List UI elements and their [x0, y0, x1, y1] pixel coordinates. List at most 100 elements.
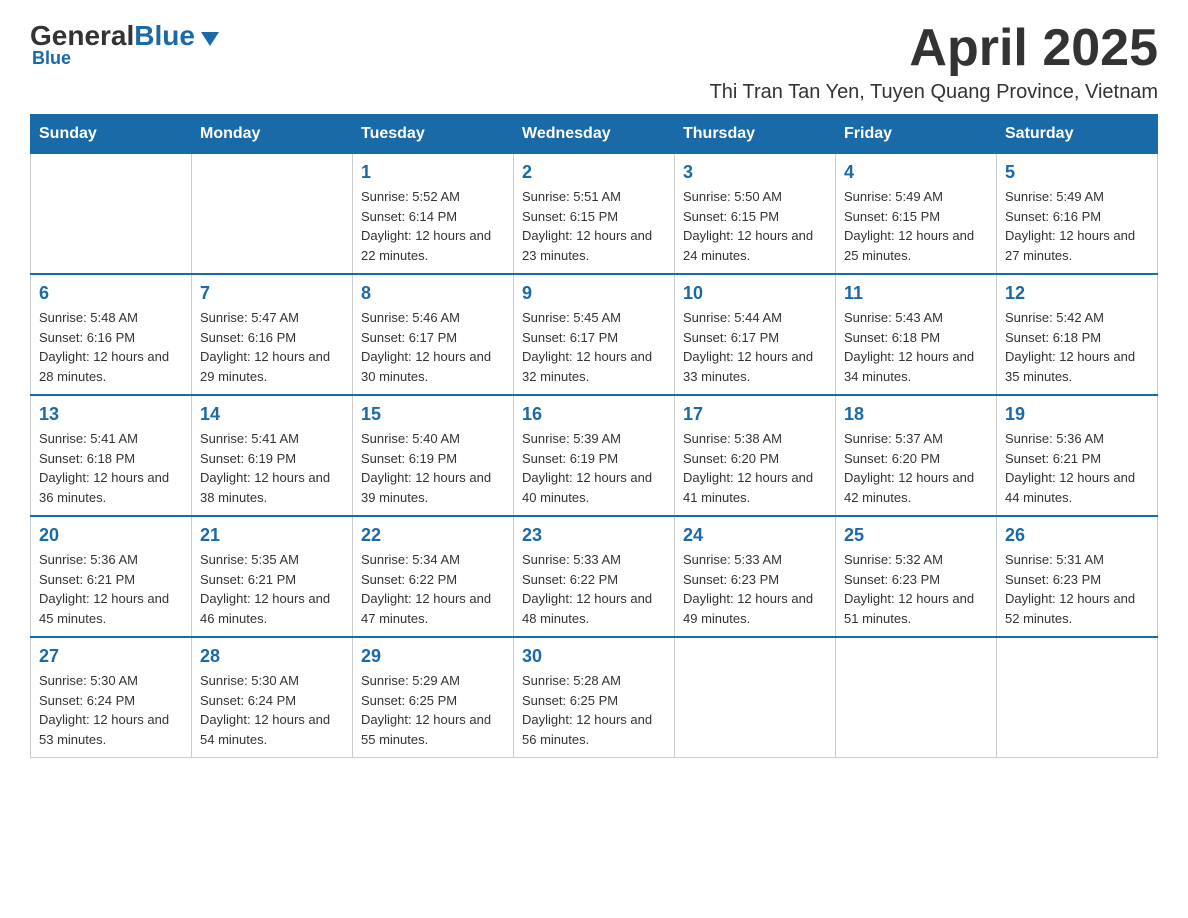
table-row: 26 Sunrise: 5:31 AMSunset: 6:23 PMDayligh… [997, 516, 1158, 637]
day-number: 5 [1005, 162, 1149, 183]
table-row [675, 637, 836, 758]
day-number: 28 [200, 646, 344, 667]
table-row: 15 Sunrise: 5:40 AMSunset: 6:19 PMDayligh… [353, 395, 514, 516]
header-thursday: Thursday [675, 115, 836, 154]
table-row: 4 Sunrise: 5:49 AMSunset: 6:15 PMDaylight… [836, 154, 997, 275]
table-row [31, 154, 192, 275]
table-row: 14 Sunrise: 5:41 AMSunset: 6:19 PMDayligh… [192, 395, 353, 516]
logo-blue-part: Blue [134, 20, 219, 52]
logo: General Blue Blue [30, 20, 219, 69]
day-info: Sunrise: 5:30 AMSunset: 6:24 PMDaylight:… [39, 671, 183, 749]
table-row: 17 Sunrise: 5:38 AMSunset: 6:20 PMDayligh… [675, 395, 836, 516]
title-section: April 2025 Thi Tran Tan Yen, Tuyen Quang… [710, 20, 1158, 104]
month-title: April 2025 [710, 20, 1158, 77]
table-row: 11 Sunrise: 5:43 AMSunset: 6:18 PMDayligh… [836, 274, 997, 395]
logo-triangle-icon [201, 32, 219, 46]
day-number: 1 [361, 162, 505, 183]
day-number: 25 [844, 525, 988, 546]
calendar-week-row: 13 Sunrise: 5:41 AMSunset: 6:18 PMDayligh… [31, 395, 1158, 516]
day-info: Sunrise: 5:45 AMSunset: 6:17 PMDaylight:… [522, 308, 666, 386]
table-row: 20 Sunrise: 5:36 AMSunset: 6:21 PMDayligh… [31, 516, 192, 637]
day-number: 30 [522, 646, 666, 667]
header-sunday: Sunday [31, 115, 192, 154]
day-info: Sunrise: 5:32 AMSunset: 6:23 PMDaylight:… [844, 550, 988, 628]
day-info: Sunrise: 5:38 AMSunset: 6:20 PMDaylight:… [683, 429, 827, 507]
header-wednesday: Wednesday [514, 115, 675, 154]
day-info: Sunrise: 5:42 AMSunset: 6:18 PMDaylight:… [1005, 308, 1149, 386]
day-info: Sunrise: 5:46 AMSunset: 6:17 PMDaylight:… [361, 308, 505, 386]
day-number: 9 [522, 283, 666, 304]
table-row: 10 Sunrise: 5:44 AMSunset: 6:17 PMDayligh… [675, 274, 836, 395]
table-row: 19 Sunrise: 5:36 AMSunset: 6:21 PMDayligh… [997, 395, 1158, 516]
logo-blue-text: Blue [134, 20, 195, 51]
table-row: 29Sunrise: 5:29 AMSunset: 6:25 PMDayligh… [353, 637, 514, 758]
day-number: 21 [200, 525, 344, 546]
day-info: Sunrise: 5:30 AMSunset: 6:24 PMDaylight:… [200, 671, 344, 749]
day-number: 16 [522, 404, 666, 425]
table-row: 16 Sunrise: 5:39 AMSunset: 6:19 PMDayligh… [514, 395, 675, 516]
day-number: 23 [522, 525, 666, 546]
day-number: 12 [1005, 283, 1149, 304]
table-row: 27 Sunrise: 5:30 AMSunset: 6:24 PMDayligh… [31, 637, 192, 758]
table-row: 12 Sunrise: 5:42 AMSunset: 6:18 PMDayligh… [997, 274, 1158, 395]
day-number: 27 [39, 646, 183, 667]
day-info: Sunrise: 5:49 AMSunset: 6:16 PMDaylight:… [1005, 187, 1149, 265]
day-info: Sunrise: 5:41 AMSunset: 6:19 PMDaylight:… [200, 429, 344, 507]
table-row: 3Sunrise: 5:50 AMSunset: 6:15 PMDaylight… [675, 154, 836, 275]
day-number: 4 [844, 162, 988, 183]
day-info: Sunrise: 5:39 AMSunset: 6:19 PMDaylight:… [522, 429, 666, 507]
day-info: Sunrise: 5:51 AMSunset: 6:15 PMDaylight:… [522, 187, 666, 265]
day-info: Sunrise: 5:40 AMSunset: 6:19 PMDaylight:… [361, 429, 505, 507]
day-number: 13 [39, 404, 183, 425]
table-row: 24Sunrise: 5:33 AMSunset: 6:23 PMDayligh… [675, 516, 836, 637]
day-info: Sunrise: 5:31 AMSunset: 6:23 PMDaylight:… [1005, 550, 1149, 628]
table-row: 22 Sunrise: 5:34 AMSunset: 6:22 PMDayligh… [353, 516, 514, 637]
calendar-table: Sunday Monday Tuesday Wednesday Thursday… [30, 114, 1158, 758]
day-info: Sunrise: 5:48 AMSunset: 6:16 PMDaylight:… [39, 308, 183, 386]
day-info: Sunrise: 5:44 AMSunset: 6:17 PMDaylight:… [683, 308, 827, 386]
table-row: 6 Sunrise: 5:48 AMSunset: 6:16 PMDaylight… [31, 274, 192, 395]
day-number: 11 [844, 283, 988, 304]
table-row: 18Sunrise: 5:37 AMSunset: 6:20 PMDayligh… [836, 395, 997, 516]
calendar-week-row: 1 Sunrise: 5:52 AMSunset: 6:14 PMDaylight… [31, 154, 1158, 275]
day-info: Sunrise: 5:35 AMSunset: 6:21 PMDaylight:… [200, 550, 344, 628]
day-info: Sunrise: 5:34 AMSunset: 6:22 PMDaylight:… [361, 550, 505, 628]
day-number: 22 [361, 525, 505, 546]
day-number: 3 [683, 162, 827, 183]
day-number: 18 [844, 404, 988, 425]
day-number: 10 [683, 283, 827, 304]
day-info: Sunrise: 5:43 AMSunset: 6:18 PMDaylight:… [844, 308, 988, 386]
day-info: Sunrise: 5:47 AMSunset: 6:16 PMDaylight:… [200, 308, 344, 386]
day-info: Sunrise: 5:36 AMSunset: 6:21 PMDaylight:… [39, 550, 183, 628]
table-row: 5 Sunrise: 5:49 AMSunset: 6:16 PMDaylight… [997, 154, 1158, 275]
table-row: 7 Sunrise: 5:47 AMSunset: 6:16 PMDaylight… [192, 274, 353, 395]
day-info: Sunrise: 5:52 AMSunset: 6:14 PMDaylight:… [361, 187, 505, 265]
day-number: 7 [200, 283, 344, 304]
table-row [836, 637, 997, 758]
table-row: 8 Sunrise: 5:46 AMSunset: 6:17 PMDaylight… [353, 274, 514, 395]
calendar-week-row: 20 Sunrise: 5:36 AMSunset: 6:21 PMDayligh… [31, 516, 1158, 637]
day-number: 17 [683, 404, 827, 425]
day-info: Sunrise: 5:49 AMSunset: 6:15 PMDaylight:… [844, 187, 988, 265]
day-number: 6 [39, 283, 183, 304]
table-row: 25 Sunrise: 5:32 AMSunset: 6:23 PMDayligh… [836, 516, 997, 637]
day-info: Sunrise: 5:36 AMSunset: 6:21 PMDaylight:… [1005, 429, 1149, 507]
day-number: 8 [361, 283, 505, 304]
table-row: 30Sunrise: 5:28 AMSunset: 6:25 PMDayligh… [514, 637, 675, 758]
day-number: 20 [39, 525, 183, 546]
day-number: 19 [1005, 404, 1149, 425]
day-info: Sunrise: 5:41 AMSunset: 6:18 PMDaylight:… [39, 429, 183, 507]
day-number: 15 [361, 404, 505, 425]
day-info: Sunrise: 5:33 AMSunset: 6:23 PMDaylight:… [683, 550, 827, 628]
table-row: 28 Sunrise: 5:30 AMSunset: 6:24 PMDayligh… [192, 637, 353, 758]
day-number: 29 [361, 646, 505, 667]
calendar-week-row: 6 Sunrise: 5:48 AMSunset: 6:16 PMDaylight… [31, 274, 1158, 395]
calendar-week-row: 27 Sunrise: 5:30 AMSunset: 6:24 PMDayligh… [31, 637, 1158, 758]
day-number: 26 [1005, 525, 1149, 546]
table-row: 2 Sunrise: 5:51 AMSunset: 6:15 PMDaylight… [514, 154, 675, 275]
day-number: 14 [200, 404, 344, 425]
table-row [192, 154, 353, 275]
day-number: 2 [522, 162, 666, 183]
table-row: 21 Sunrise: 5:35 AMSunset: 6:21 PMDayligh… [192, 516, 353, 637]
logo-tagline: Blue [32, 48, 71, 69]
